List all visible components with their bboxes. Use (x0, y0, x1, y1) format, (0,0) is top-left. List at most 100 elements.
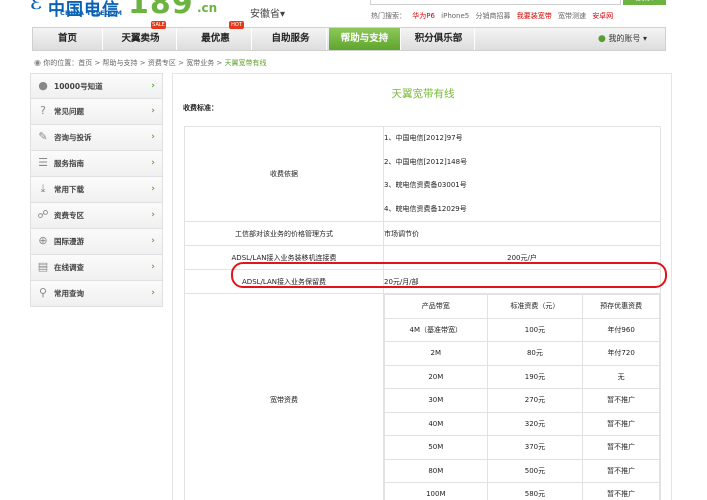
plan-row: 2M 80元 年付720 (384, 341, 660, 366)
basis-item: 3、皖电信资费备03001号 (384, 181, 467, 189)
fee-standard-label: 收费标准： (183, 104, 218, 112)
province-selector[interactable]: 安徽省▾ (250, 5, 285, 20)
province-label: 安徽省 (250, 9, 280, 20)
plan-row: 30M 270元 暂不推广 (384, 388, 660, 413)
nav-points-club[interactable]: 积分俱乐部 (403, 28, 475, 50)
sidebar-item-service-guide[interactable]: ☰ 服务指南 › (30, 151, 163, 177)
breadcrumb-separator: > (137, 59, 148, 67)
method-value: 市场调节价 (383, 221, 661, 246)
plan-row: 20M 190元 无 (384, 364, 660, 389)
page-title: 天翼宽带有线 (391, 88, 455, 100)
hot-badge: HOT (229, 21, 244, 29)
plan-prepay: 暂不推广 (582, 482, 660, 500)
plan-header-row: 产品带宽 标准资费（元） 预存优惠资费 (384, 294, 660, 319)
plan-bandwidth: 20M (384, 364, 488, 389)
chevron-down-icon: ▾ (642, 34, 647, 43)
plan-cell: 产品带宽 标准资费（元） 预存优惠资费 4M（基准带宽） 100元 年付960 … (383, 293, 661, 500)
sidebar-item-faq[interactable]: ? 常见问题 › (30, 99, 163, 125)
hot-search-link[interactable]: 安卓网 (592, 12, 613, 20)
plan-bandwidth: 50M (384, 435, 488, 460)
breadcrumb-separator: > (92, 59, 103, 67)
nav-best-deals[interactable]: 最优惠 HOT (180, 21, 252, 50)
nav-label: 天翼卖场 (121, 33, 160, 44)
help-sidebar: ● 10000号知道 › ? 常见问题 › ✎ 咨询与投诉 › ☰ 服务指南 ›… (30, 73, 163, 307)
sidebar-item-tariff-zone[interactable]: ☍ 资费专区 › (30, 203, 163, 229)
hot-search-link[interactable]: iPhone5 (441, 12, 469, 20)
brand-189[interactable]: 189 (128, 0, 194, 21)
search-button[interactable]: 搜索 (623, 0, 666, 5)
chevron-right-icon: › (151, 158, 155, 168)
person-icon: ● (598, 34, 606, 44)
chevron-right-icon: › (151, 236, 155, 246)
breadcrumb-link[interactable]: 宽带业务 (186, 59, 214, 67)
nav-tianyi-mall[interactable]: 天翼卖场 SALE (105, 21, 177, 50)
sidebar-item-survey[interactable]: ▤ 在线调查 › (30, 255, 163, 281)
basis-item: 1、中国电信[2012]97号 (384, 134, 463, 142)
plan-header: 标准资费（元） (486, 294, 584, 319)
sidebar-item-label: 服务指南 (54, 159, 84, 168)
table-row: 收费依据 1、中国电信[2012]97号 2、中国电信[2012]148号 3、… (184, 126, 661, 222)
sidebar-item-label: 在线调查 (54, 263, 84, 272)
sidebar-item-consult-complain[interactable]: ✎ 咨询与投诉 › (30, 125, 163, 151)
plan-header: 预存优惠资费 (582, 294, 660, 319)
location-pin-icon: ◉ (34, 58, 41, 67)
sidebar-item-label: 资费专区 (54, 211, 84, 220)
list-icon: ☰ (38, 156, 48, 169)
china-telecom-logo[interactable]: ℰ 中国电信 CHINA TELECOM (30, 0, 125, 20)
sidebar-item-query[interactable]: ⚲ 常用查询 › (30, 281, 163, 307)
sidebar-item-roaming[interactable]: ⊕ 国际漫游 › (30, 229, 163, 255)
plan-bandwidth: 100M (384, 482, 488, 500)
magnifier-icon: ⚲ (38, 286, 48, 299)
nav-label: 最优惠 (201, 33, 230, 44)
hot-search-link[interactable]: 分销商招募 (475, 12, 510, 20)
hot-search-link[interactable]: 我要装宽带 (517, 12, 552, 20)
table-row: 宽带资费 产品带宽 标准资费（元） 预存优惠资费 4M（基准带宽） 100元 年… (184, 293, 661, 500)
plan-prepay: 年付960 (582, 317, 660, 342)
chevron-down-icon: ▾ (280, 9, 286, 20)
breadcrumb-link[interactable]: 帮助与支持 (103, 59, 138, 67)
search-input[interactable] (370, 0, 621, 5)
survey-icon: ▤ (37, 260, 49, 273)
hot-search-bar: 热门搜索： 华为P6 iPhone5 分销商招募 我要装宽带 宽带测速 安卓网 (371, 11, 617, 21)
sidebar-item-label: 常用查询 (54, 289, 84, 298)
plan-row: 50M 370元 暂不推广 (384, 435, 660, 460)
sidebar-item-10000-knows[interactable]: ● 10000号知道 › (30, 73, 163, 99)
sidebar-item-label: 国际漫游 (54, 237, 84, 246)
breadcrumb-link[interactable]: 首页 (78, 59, 92, 67)
my-account-menu[interactable]: ● 我的账号 ▾ (598, 28, 647, 50)
plan-bandwidth: 80M (384, 458, 488, 483)
plan-price: 80元 (486, 341, 584, 366)
fee-table: 收费依据 1、中国电信[2012]97号 2、中国电信[2012]148号 3、… (184, 126, 661, 500)
chevron-right-icon: › (151, 184, 155, 194)
sale-badge: SALE (151, 21, 166, 29)
table-row: 工信部对该业务的价格管理方式 市场调节价 (184, 221, 661, 246)
site-header: ℰ 中国电信 CHINA TELECOM 189 .cn 安徽省▾ 搜索 热门搜… (0, 0, 707, 27)
plan-prepay: 暂不推广 (582, 388, 660, 413)
plan-table: 产品带宽 标准资费（元） 预存优惠资费 4M（基准带宽） 100元 年付960 … (384, 294, 660, 500)
broadband-fee-key: 宽带资费 (184, 293, 384, 500)
question-icon: ? (40, 104, 46, 117)
globe-icon: ⊕ (38, 234, 48, 247)
nav-self-service[interactable]: 自助服务 (255, 28, 327, 50)
breadcrumb-separator: > (175, 59, 187, 67)
breadcrumb-current: 天翼宽带有线 (224, 59, 267, 67)
nav-home[interactable]: 首页 (33, 28, 103, 50)
telecom-swirl-icon: ℰ (30, 0, 43, 14)
red-highlight-annotation (231, 262, 667, 288)
main-nav: 首页 天翼卖场 SALE 最优惠 HOT 自助服务 帮助与支持 积分俱乐部 ● … (32, 21, 666, 51)
plan-price: 370元 (486, 435, 584, 460)
sidebar-item-downloads[interactable]: ⤓ 常用下载 › (30, 177, 163, 203)
plan-row: 100M 580元 暂不推广 (384, 482, 660, 500)
hot-search-link[interactable]: 宽带测速 (558, 12, 586, 20)
breadcrumb-link[interactable]: 资费专区 (148, 59, 176, 67)
hot-search-link[interactable]: 华为P6 (412, 12, 435, 20)
nav-help-support[interactable]: 帮助与支持 (329, 28, 401, 50)
basis-item: 2、中国电信[2012]148号 (384, 157, 468, 166)
chat-icon: ✎ (38, 130, 48, 143)
chevron-right-icon: › (151, 210, 155, 220)
hot-search-label: 热门搜索： (371, 12, 406, 20)
sidebar-item-label: 常用下载 (54, 185, 84, 194)
plan-price: 500元 (486, 458, 584, 483)
plan-row: 40M 320元 暂不推广 (384, 411, 660, 436)
chevron-right-icon: › (151, 106, 155, 116)
